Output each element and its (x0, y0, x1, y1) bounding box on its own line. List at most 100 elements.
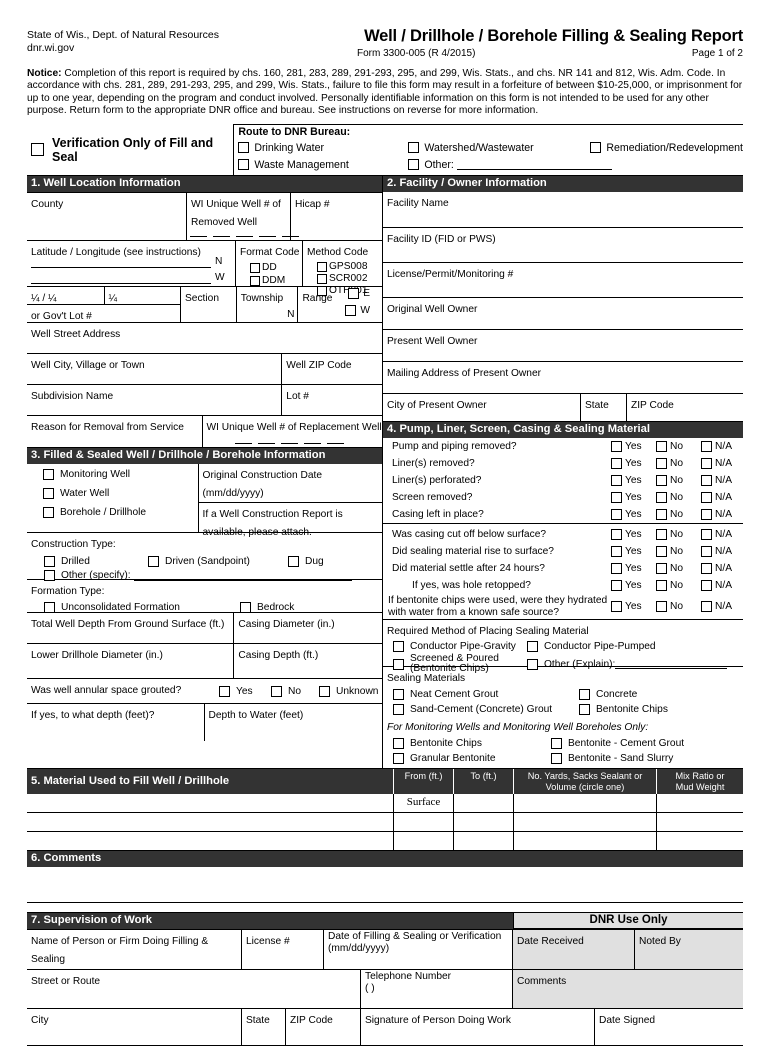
mo-bentonite-cement-checkbox[interactable] (551, 738, 562, 750)
g1-3-no-option[interactable]: No (656, 492, 701, 504)
original-well-owner-field[interactable]: Original Well Owner (383, 297, 743, 329)
g1-3-na-option[interactable]: N/A (701, 492, 743, 504)
conductor-pumped-option[interactable]: Conductor Pipe-Pumped (527, 641, 656, 653)
g2-1-no-option[interactable]: No (656, 546, 701, 558)
borehole-drillhole-checkbox[interactable] (43, 507, 54, 519)
g1-3-yes-option[interactable]: Yes (611, 492, 656, 504)
bentonite-no-option[interactable]: No (656, 601, 701, 613)
concrete-checkbox[interactable] (579, 689, 590, 701)
g1-4-yes-option[interactable]: Yes (611, 509, 656, 521)
noted-by-field[interactable]: Noted By (635, 930, 743, 970)
mo-bentonite-chips-option[interactable]: Bentonite Chips (393, 738, 551, 750)
signature-field[interactable]: Signature of Person Doing Work (361, 1009, 595, 1046)
latitude-input[interactable] (31, 257, 211, 269)
route-option-other[interactable]: Other: (408, 159, 612, 171)
method-other-input[interactable] (615, 659, 728, 670)
present-well-owner-field[interactable]: Present Well Owner (383, 329, 743, 361)
construction-other-option[interactable]: Other (specify): (44, 570, 382, 582)
g1-4-no-option[interactable]: No (656, 509, 701, 521)
method-scr002-option[interactable]: SCR002 (317, 273, 381, 284)
mailing-address-field[interactable]: Mailing Address of Present Owner (383, 361, 743, 393)
mo-bentonite-chips-checkbox[interactable] (393, 738, 404, 750)
g1-2-no-checkbox[interactable] (656, 475, 667, 487)
grouted-unknown-checkbox[interactable] (319, 685, 330, 697)
mix-cell[interactable] (656, 813, 743, 832)
drinking-water-checkbox[interactable] (238, 142, 250, 154)
g1-2-no-option[interactable]: No (656, 475, 701, 487)
method-scr002-checkbox[interactable] (317, 273, 327, 284)
county-field[interactable]: County (27, 193, 187, 241)
unconsolidated-option[interactable]: Unconsolidated Formation (44, 602, 240, 614)
date-filling-field[interactable]: Date of Filling & Sealing or Verificatio… (324, 930, 513, 970)
bentonite-yes-option[interactable]: Yes (611, 601, 656, 613)
g1-3-no-checkbox[interactable] (656, 492, 667, 504)
mix-cell[interactable] (656, 794, 743, 813)
route-option-drinking-water[interactable]: Drinking Water (238, 142, 408, 154)
mix-cell[interactable] (656, 832, 743, 851)
longitude-input[interactable] (31, 273, 211, 285)
g2-0-no-option[interactable]: No (656, 529, 701, 541)
range-west-checkbox[interactable] (345, 305, 357, 317)
driven-checkbox[interactable] (148, 556, 159, 568)
street-route-field[interactable]: Street or Route (27, 970, 361, 1009)
g1-2-na-checkbox[interactable] (701, 475, 712, 487)
supervisor-city-field[interactable]: City (27, 1009, 242, 1046)
well-street-address-field[interactable]: Well Street Address (27, 322, 382, 353)
granular-bentonite-checkbox[interactable] (393, 753, 404, 765)
section-field[interactable]: Section (181, 287, 237, 323)
to-cell[interactable] (453, 832, 513, 851)
bentonite-na-checkbox[interactable] (701, 601, 712, 613)
g1-1-yes-option[interactable]: Yes (611, 458, 656, 470)
drilled-option[interactable]: Drilled (44, 556, 148, 568)
well-zip-field[interactable]: Well ZIP Code (282, 354, 382, 384)
method-gps008-option[interactable]: GPS008 (317, 261, 381, 272)
g1-2-yes-option[interactable]: Yes (611, 475, 656, 487)
unconsolidated-checkbox[interactable] (44, 602, 55, 614)
conductor-gravity-option[interactable]: Conductor Pipe-Gravity (393, 641, 527, 653)
gov-lot-field[interactable]: or Gov't Lot # (27, 304, 180, 323)
remediation-checkbox[interactable] (590, 142, 602, 154)
lot-field[interactable]: Lot # (282, 385, 382, 415)
grouted-unknown-option[interactable]: Unknown (319, 685, 378, 697)
from-cell[interactable]: Surface (393, 794, 453, 813)
g2-2-no-checkbox[interactable] (656, 563, 667, 575)
g2-0-no-checkbox[interactable] (656, 529, 667, 541)
grouted-yes-checkbox[interactable] (219, 685, 230, 697)
g1-1-no-checkbox[interactable] (656, 458, 667, 470)
g2-2-yes-checkbox[interactable] (611, 563, 622, 575)
license-number-field[interactable]: License # (242, 930, 324, 970)
g1-0-na-checkbox[interactable] (701, 441, 712, 453)
format-dd-checkbox[interactable] (250, 262, 260, 273)
verification-only-checkbox[interactable] (31, 143, 44, 157)
g2-0-na-checkbox[interactable] (701, 529, 712, 541)
g1-1-na-checkbox[interactable] (701, 458, 712, 470)
reason-removal-field[interactable]: Reason for Removal from Service (27, 416, 203, 448)
lat-long-field[interactable]: Latitude / Longitude (see instructions) … (27, 241, 236, 287)
bentonite-sand-slurry-checkbox[interactable] (551, 753, 562, 765)
g2-2-yes-option[interactable]: Yes (611, 563, 656, 575)
g2-0-yes-option[interactable]: Yes (611, 529, 656, 541)
longitude-input-row[interactable]: W (31, 272, 231, 285)
material-description-cell[interactable] (27, 832, 393, 850)
construction-other-checkbox[interactable] (44, 570, 55, 582)
method-other-option[interactable]: Other (Explain): (527, 658, 728, 670)
retopped-yes-checkbox[interactable] (611, 580, 622, 592)
lower-drillhole-diameter-field[interactable]: Lower Drillhole Diameter (in.) (27, 644, 235, 679)
route-option-watershed[interactable]: Watershed/Wastewater (408, 142, 590, 154)
dug-option[interactable]: Dug (288, 556, 324, 568)
watershed-checkbox[interactable] (408, 142, 420, 154)
date-signed-field[interactable]: Date Signed (595, 1009, 743, 1045)
bentonite-chips-checkbox[interactable] (579, 704, 590, 716)
g2-1-na-option[interactable]: N/A (701, 546, 743, 558)
g1-2-na-option[interactable]: N/A (701, 475, 743, 487)
dnr-comments-field[interactable]: Comments (513, 970, 743, 1009)
telephone-field[interactable]: Telephone Number ( ) (361, 970, 513, 1009)
bedrock-option[interactable]: Bedrock (240, 602, 294, 614)
wi-unique-well-field[interactable]: WI Unique Well # of Removed Well (187, 193, 299, 241)
range-field[interactable]: Range E W (298, 287, 382, 322)
g1-0-yes-option[interactable]: Yes (611, 441, 656, 453)
volume-cell[interactable] (513, 832, 656, 851)
total-well-depth-field[interactable]: Total Well Depth From Ground Surface (ft… (27, 613, 235, 644)
waste-management-checkbox[interactable] (238, 159, 250, 171)
replacement-well-dashes[interactable] (234, 443, 344, 445)
